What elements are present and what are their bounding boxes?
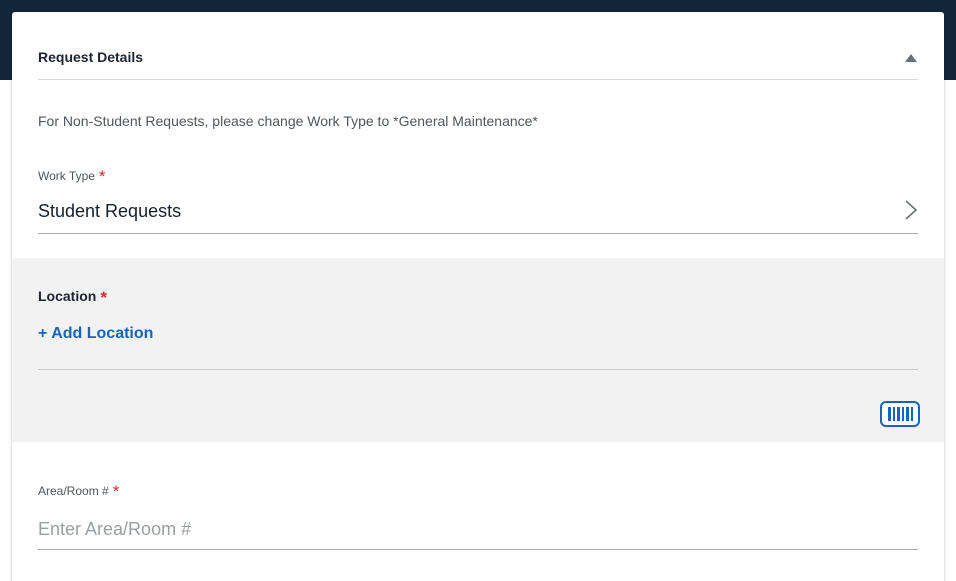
triangle-up-icon[interactable] [904, 50, 918, 62]
location-divider [38, 369, 918, 370]
work-type-label: Work Type * [38, 167, 106, 187]
work-type-label-text: Work Type [38, 169, 95, 183]
info-text: For Non-Student Requests, please change … [38, 113, 538, 129]
chevron-right-icon [904, 199, 918, 221]
required-mark: * [100, 288, 107, 307]
area-room-input[interactable] [38, 510, 918, 550]
work-type-value: Student Requests [38, 201, 182, 221]
request-details-card: Request Details For Non-Student Requests… [12, 12, 944, 581]
location-label: Location * [38, 288, 107, 308]
card-title: Request Details [38, 49, 144, 65]
location-label-text: Location [38, 288, 97, 304]
required-mark: * [112, 482, 120, 501]
location-section: Location * + Add Location [12, 258, 944, 442]
area-room-label: Area/Room # * [38, 482, 119, 502]
work-type-selector[interactable]: Student Requests [38, 194, 918, 234]
required-mark: * [98, 167, 106, 186]
area-room-label-text: Area/Room # [38, 484, 109, 498]
card-header[interactable]: Request Details [38, 12, 918, 80]
add-location-link[interactable]: + Add Location [38, 325, 153, 343]
barcode-icon[interactable] [880, 401, 920, 427]
